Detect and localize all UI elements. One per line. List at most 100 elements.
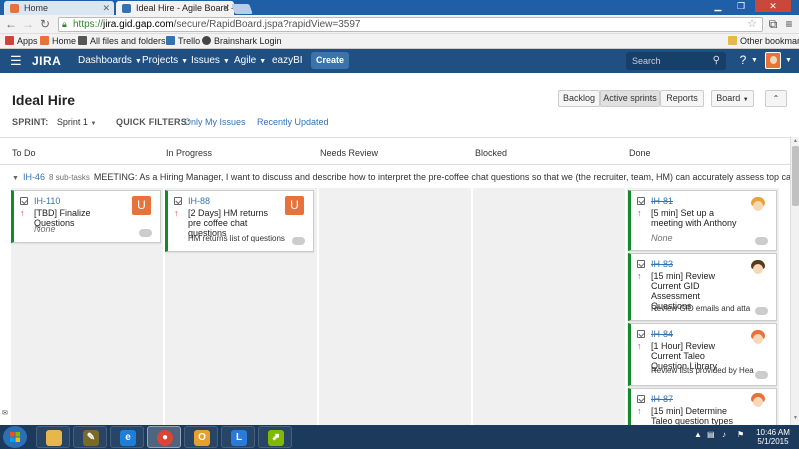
subtask-icon [174, 197, 182, 205]
taskbar-file-explorer[interactable] [36, 426, 70, 448]
column-header-done: Done [629, 148, 651, 158]
volume-icon[interactable]: ♪ [722, 430, 726, 439]
extension-icon[interactable]: ⧉ [766, 17, 780, 31]
brainshark-icon [202, 36, 211, 45]
jira-favicon-icon [122, 4, 131, 13]
filter-only-my-issues[interactable]: Only My Issues [184, 117, 246, 127]
swimlane-issue-key[interactable]: IH-46 [23, 172, 45, 182]
jira-logo[interactable]: JIRA [32, 53, 61, 69]
issue-key[interactable]: IH-88 [188, 196, 210, 206]
scroll-down-icon[interactable]: ▼ [792, 415, 799, 421]
issue-card-ih-84[interactable]: IH-84 ↑ [1 Hour] Review Current Taleo Qu… [628, 323, 777, 386]
minimize-window-button[interactable]: ▁ [707, 0, 729, 12]
start-button[interactable] [3, 426, 27, 448]
bookmark-all-files[interactable]: All files and folders ... [78, 34, 176, 48]
app-switcher-icon[interactable]: ☰ [10, 54, 24, 68]
taskbar-lync[interactable]: L [221, 426, 255, 448]
bookmark-home[interactable]: Home [40, 34, 76, 48]
bookmark-apps[interactable]: Apps [5, 34, 38, 48]
issue-key[interactable]: IH-110 [34, 196, 60, 206]
taskbar-internet-explorer[interactable]: e [110, 426, 144, 448]
collapse-header-button[interactable]: ⌃ [765, 90, 787, 107]
nav-eazybi[interactable]: eazyBI [272, 54, 303, 68]
reload-icon[interactable]: ↻ [38, 17, 52, 31]
swimlane-summary: MEETING: As a Hiring Manager, I want to … [93, 172, 790, 182]
issue-estimate: None [651, 233, 673, 243]
address-bar[interactable]: 🔒︎ https://jira.gid.gap.com/secure/Rapid… [58, 17, 763, 32]
feedback-envelope-icon[interactable]: ✉ [2, 409, 10, 417]
help-icon[interactable]: ? [736, 53, 750, 67]
taskbar-app-2[interactable]: ✎ [73, 426, 107, 448]
issue-card-ih-87[interactable]: IH-87 ↑ [15 min] Determine Taleo questio… [628, 388, 777, 426]
page-scrollbar[interactable]: ▲ ▼ [790, 137, 799, 425]
column-header-todo: To Do [12, 148, 36, 158]
scrollbar-thumb[interactable] [792, 146, 799, 206]
assignee-avatar [750, 197, 766, 215]
issue-key[interactable]: IH-81 [651, 196, 673, 206]
jira-header: ☰ JIRA Dashboards ▼ Projects ▼ Issues ▼ Agi… [0, 49, 799, 73]
wrench-icon: ✎ [83, 430, 99, 446]
issue-card-ih-83[interactable]: IH-83 ↑ [15 min] Review Current GID Asse… [628, 253, 777, 321]
back-arrow-icon[interactable]: ← [4, 17, 18, 31]
column-blocked [473, 188, 625, 425]
show-hidden-icons[interactable]: ▲ [694, 430, 702, 439]
estimate-badge [755, 237, 768, 245]
create-button[interactable]: Create [311, 52, 349, 69]
priority-up-arrow-icon: ↑ [637, 271, 642, 281]
sprint-selector[interactable]: SPRINT: Sprint 1 ▼ [12, 117, 96, 127]
maximize-window-button[interactable]: ❐ [730, 0, 752, 12]
issue-card-ih-81[interactable]: IH-81 ↑ [5 min] Set up a meeting with An… [628, 190, 777, 251]
issue-card-ih-88[interactable]: IH-88 ↑ [2 Days] HM returns pre coffee c… [165, 190, 314, 252]
browser-tab-home[interactable]: Home ✕ [4, 1, 114, 15]
board-title: Ideal Hire [12, 92, 76, 108]
bookmark-other[interactable]: Other bookmarks [728, 34, 799, 48]
issue-card-ih-110[interactable]: IH-110 ↑ [TBD] Finalize Questions None U [11, 190, 161, 243]
clock-date: 5/1/2015 [757, 437, 789, 446]
internet-explorer-icon: e [120, 430, 136, 446]
taskbar-clock[interactable]: 10:46 AM 5/1/2015 [754, 428, 792, 446]
board-menu-button[interactable]: Board ▼ [711, 90, 754, 107]
chevron-down-icon[interactable]: ▼ [12, 168, 19, 188]
user-avatar[interactable] [765, 52, 781, 69]
action-center-icon[interactable]: ⚑ [737, 430, 744, 439]
nav-agile[interactable]: Agile ▼ [234, 54, 266, 69]
nav-dashboards[interactable]: Dashboards ▼ [78, 54, 142, 69]
close-window-button[interactable]: ✕ [755, 0, 791, 12]
close-tab-icon[interactable]: ✕ [102, 1, 110, 15]
browser-toolbar: ← → ↻ 🔒︎ https://jira.gid.gap.com/secure… [0, 15, 799, 34]
search-input[interactable]: Search ⚲ [626, 52, 726, 70]
issue-key[interactable]: IH-87 [651, 394, 673, 404]
issue-key[interactable]: IH-83 [651, 259, 673, 269]
outlook-icon: O [194, 430, 210, 446]
estimate-badge [755, 371, 768, 379]
issue-description: HM returns list of questions [188, 234, 285, 243]
close-tab-icon[interactable]: ✕ [222, 1, 230, 15]
active-sprints-button[interactable]: Active sprints [600, 90, 660, 107]
chrome-icon: ● [157, 430, 173, 446]
bookmark-brainshark[interactable]: Brainshark Login [202, 34, 282, 48]
browser-tab-agile-board[interactable]: Ideal Hire - Agile Board - ✕ [116, 1, 234, 15]
lock-icon: 🔒︎ [62, 19, 67, 29]
chrome-menu-icon[interactable]: ≡ [782, 17, 796, 31]
filter-recently-updated[interactable]: Recently Updated [257, 117, 329, 127]
new-tab-button[interactable] [231, 4, 253, 14]
nav-issues[interactable]: Issues ▼ [191, 54, 230, 69]
sprint-value: Sprint 1 [56, 117, 88, 127]
reports-button[interactable]: Reports [660, 90, 704, 107]
backlog-button[interactable]: Backlog [558, 90, 600, 107]
forward-arrow-icon[interactable]: → [21, 17, 35, 31]
network-icon[interactable]: ▤ [707, 430, 715, 439]
scroll-up-icon[interactable]: ▲ [792, 138, 799, 144]
bookmark-star-icon[interactable]: ☆ [747, 18, 757, 31]
nav-projects[interactable]: Projects ▼ [142, 54, 188, 69]
issue-summary: [15 min] Determine Taleo question types [651, 406, 734, 426]
swimlane-header[interactable]: ▼ IH-46 8 sub-tasks MEETING: As a Hiring Ma… [0, 166, 790, 188]
taskbar-outlook[interactable]: O [184, 426, 218, 448]
quick-filters-label: QUICK FILTERS: [116, 117, 191, 127]
priority-up-arrow-icon: ↑ [20, 208, 25, 218]
taskbar-app-7[interactable]: ⬈ [258, 426, 292, 448]
bookmark-trello[interactable]: Trello [166, 34, 200, 48]
trello-icon [166, 36, 175, 45]
issue-key[interactable]: IH-84 [651, 329, 673, 339]
taskbar-chrome[interactable]: ● [147, 426, 181, 448]
